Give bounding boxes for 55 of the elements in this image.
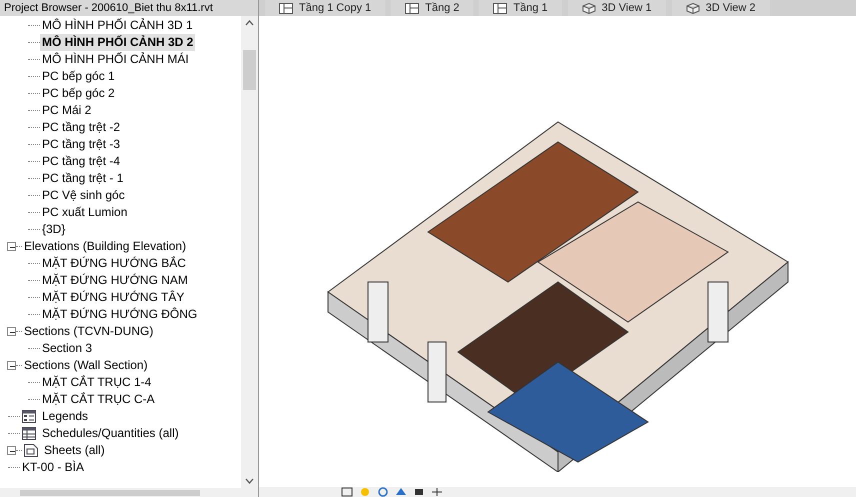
tree-item[interactable]: Sections (TCVN-DUNG) <box>22 323 156 340</box>
cube-icon <box>582 2 596 14</box>
collapse-icon[interactable] <box>7 361 16 370</box>
scrollbar[interactable] <box>241 16 258 488</box>
floor-plan-icon <box>405 2 420 14</box>
tree-item[interactable]: MÔ HÌNH PHỐI CẢNH 3D 2 <box>40 34 196 51</box>
tree-item[interactable]: PC tầng trệt - 1 <box>40 170 126 187</box>
view-tab[interactable]: Tầng 1 Copy 1 <box>265 0 386 16</box>
tree-item[interactable]: PC tầng trệt -4 <box>40 153 122 170</box>
tree-item[interactable]: PC xuất Lumion <box>40 204 130 221</box>
tree-item[interactable]: MÔ HÌNH PHỐI CẢNH MÁI <box>40 51 191 68</box>
collapse-icon[interactable] <box>7 327 16 336</box>
floor-plan-icon <box>493 2 508 14</box>
tree-item[interactable]: Section 3 <box>40 340 94 357</box>
triangle-icon[interactable] <box>395 487 407 497</box>
tree-item[interactable]: Schedules/Quantities (all) <box>40 425 181 442</box>
tree-item[interactable]: KT-00 - BÌA <box>20 459 86 476</box>
legend-icon <box>22 410 36 423</box>
square-icon[interactable] <box>413 487 425 497</box>
tree-item[interactable]: MẶT CẮT TRỤC 1-4 <box>40 374 154 391</box>
tree-item[interactable]: PC bếp góc 2 <box>40 85 117 102</box>
circle-icon[interactable] <box>377 487 389 497</box>
view-tab[interactable]: Tầng 1 <box>479 0 562 16</box>
tree-item[interactable]: MẶT CẮT TRỤC C-A <box>40 391 157 408</box>
floor-plan-icon <box>279 2 293 14</box>
tree-item[interactable]: PC bếp góc 1 <box>40 68 117 85</box>
view-tab[interactable]: Tầng 2 <box>391 0 474 16</box>
tree-item[interactable]: Elevations (Building Elevation) <box>22 238 188 255</box>
tree-item[interactable]: MÔ HÌNH PHỐI CẢNH 3D 1 <box>40 17 195 34</box>
view-tab[interactable]: 3D View 2 <box>672 0 770 16</box>
tree-item[interactable]: MẶT ĐỨNG HƯỚNG TÂY <box>40 289 186 306</box>
tree-item[interactable]: Legends <box>40 408 90 425</box>
tree-item[interactable]: MẶT ĐỨNG HƯỚNG ĐÔNG <box>40 306 200 323</box>
panel-title: Project Browser - 200610_Biet thu 8x11.rvt <box>0 0 258 16</box>
tree-item[interactable]: PC tầng trệt -2 <box>40 119 122 136</box>
table-icon <box>22 427 36 440</box>
cube-icon <box>686 2 700 14</box>
tree-item[interactable]: Sections (Wall Section) <box>22 357 150 374</box>
collapse-icon[interactable] <box>7 242 16 251</box>
sheet-icon <box>24 444 38 457</box>
scroll-down-icon[interactable] <box>245 478 254 484</box>
scroll-thumb[interactable] <box>20 490 200 496</box>
scroll-up-icon[interactable] <box>245 20 254 26</box>
tree-item[interactable]: PC Mái 2 <box>40 102 94 119</box>
cross-icon[interactable] <box>431 487 443 497</box>
tree-item[interactable]: {3D} <box>40 221 68 238</box>
tree-item[interactable]: PC tầng trệt -3 <box>40 136 122 153</box>
scroll-thumb[interactable] <box>243 50 256 90</box>
tree-item[interactable]: MẶT ĐỨNG HƯỚNG NAM <box>40 272 190 289</box>
collapse-icon[interactable] <box>7 446 16 455</box>
view-tab[interactable]: 3D View 1 <box>568 0 666 16</box>
tree-item[interactable]: MẶT ĐỨNG HƯỚNG BẮC <box>40 255 188 272</box>
tree-item[interactable]: Sheets (all) <box>42 442 107 459</box>
horizontal-scrollbar[interactable] <box>0 488 258 497</box>
tree-item[interactable]: PC Vệ sinh góc <box>40 187 127 204</box>
